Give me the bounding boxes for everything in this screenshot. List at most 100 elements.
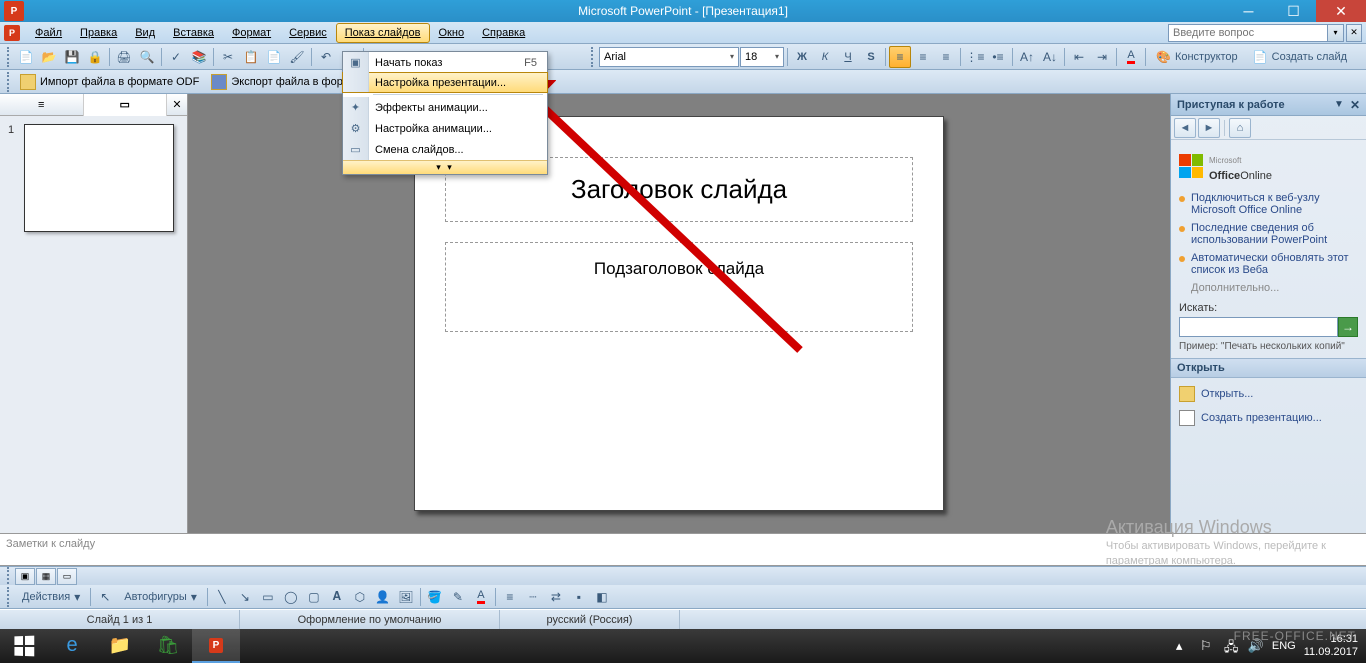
subtitle-placeholder[interactable]: Подзаголовок слайда [445,242,913,332]
editor-canvas[interactable]: Заголовок слайда Подзаголовок слайда [188,94,1170,533]
arrow-style-button[interactable]: ⇄ [545,586,567,608]
shadow-button[interactable]: S [860,46,882,68]
copy-button[interactable]: 📋 [240,46,262,68]
normal-view-button[interactable]: ▣ [15,568,35,585]
menu-setup-show[interactable]: Настройка презентации... [342,72,548,93]
decrease-indent-button[interactable]: ⇤ [1068,46,1090,68]
shadow-style-button[interactable]: ▪ [568,586,590,608]
taskbar-store[interactable]: 🛍 [144,629,192,663]
nav-forward-button[interactable]: ► [1198,118,1220,138]
taskbar-ie[interactable]: e [48,629,96,663]
fill-color-button[interactable]: 🪣 [424,586,446,608]
link-connect-online[interactable]: Подключиться к веб-узлу Microsoft Office… [1179,192,1358,216]
document-icon[interactable]: P [4,25,20,41]
menu-start-show[interactable]: ▣ Начать показ F5 [343,52,547,73]
start-button[interactable] [0,629,48,663]
menu-expand-button[interactable]: ▾ ▾ [343,160,547,174]
picture-tool[interactable]: 🖼 [395,586,417,608]
format-painter-button[interactable]: 🖌 [286,46,308,68]
paste-button[interactable]: 📄 [263,46,285,68]
taskpane-close-button[interactable]: ✕ [1350,98,1360,112]
menu-slide-transition[interactable]: ▭ Смена слайдов... [343,139,547,160]
line-tool[interactable]: ╲ [211,586,233,608]
slides-tab[interactable]: ▭ [84,94,168,116]
draw-actions-button[interactable]: Действия ▾ [15,586,87,608]
taskbar-explorer[interactable]: 📁 [96,629,144,663]
minimize-button[interactable]: ─ [1226,0,1271,22]
wordart-tool[interactable]: 𝐀 [326,586,348,608]
underline-button[interactable]: Ч [837,46,859,68]
new-button[interactable]: 📄 [15,46,37,68]
align-right-button[interactable]: ≡ [935,46,957,68]
cut-button[interactable]: ✂ [217,46,239,68]
odf-handle[interactable] [7,72,11,92]
menu-tools[interactable]: Сервис [280,23,336,43]
menu-animation-effects[interactable]: ✦ Эффекты анимации... [343,97,547,118]
create-action[interactable]: Создать презентацию... [1179,406,1358,430]
font-color-button-2[interactable]: A [470,586,492,608]
nav-home-button[interactable]: ⌂ [1229,118,1251,138]
print-button[interactable]: 🖨 [113,46,135,68]
search-go-button[interactable]: → [1338,317,1358,337]
italic-button[interactable]: К [814,46,836,68]
doc-close-button[interactable]: ✕ [1346,24,1362,42]
help-dropdown[interactable]: ▾ [1328,24,1344,42]
menu-slideshow[interactable]: Показ слайдов [336,23,430,43]
slide-thumb-row[interactable]: 1 [8,124,179,232]
maximize-button[interactable]: ☐ [1271,0,1316,22]
oval-tool[interactable]: ◯ [280,586,302,608]
font-size-select[interactable]: 18▾ [740,47,784,67]
status-language[interactable]: русский (Россия) [500,610,680,629]
notes-pane[interactable]: Заметки к слайду [0,533,1366,566]
taskbar-powerpoint[interactable]: P [192,629,240,663]
undo-button[interactable]: ↶ [315,46,337,68]
3d-style-button[interactable]: ◧ [591,586,613,608]
menu-edit[interactable]: Правка [71,23,126,43]
preview-button[interactable]: 🔍 [136,46,158,68]
increase-indent-button[interactable]: ⇥ [1091,46,1113,68]
link-more[interactable]: Дополнительно... [1191,282,1358,294]
taskpane-menu-button[interactable]: ▼ [1334,99,1344,110]
toolbar-handle[interactable] [7,47,11,67]
link-auto-update[interactable]: Автоматически обновлять этот список из В… [1179,252,1358,276]
autoshapes-button[interactable]: Автофигуры ▾ [117,586,204,608]
link-latest-info[interactable]: Последние сведения об использовании Powe… [1179,222,1358,246]
open-button[interactable]: 📂 [38,46,60,68]
align-center-button[interactable]: ≡ [912,46,934,68]
clipart-tool[interactable]: 👤 [372,586,394,608]
slide-canvas[interactable]: Заголовок слайда Подзаголовок слайда [414,116,944,511]
view-handle[interactable] [7,567,11,587]
spell-button[interactable]: ✓ [165,46,187,68]
close-button[interactable]: ✕ [1316,0,1366,22]
draw-handle[interactable] [7,587,11,607]
diagram-tool[interactable]: ⬡ [349,586,371,608]
save-button[interactable]: 💾 [61,46,83,68]
menu-window[interactable]: Окно [430,23,474,43]
nav-back-button[interactable]: ◄ [1174,118,1196,138]
arrow-tool[interactable]: ↘ [234,586,256,608]
menu-insert[interactable]: Вставка [164,23,223,43]
font-name-select[interactable]: Arial▾ [599,47,739,67]
help-input[interactable] [1168,24,1328,42]
odf-import-button[interactable]: Импорт файла в формате ODF [14,72,205,92]
rectangle-tool[interactable]: ▭ [257,586,279,608]
line-style-button[interactable]: ≡ [499,586,521,608]
panel-close-button[interactable]: ✕ [167,98,187,111]
font-color-button[interactable]: A [1120,46,1142,68]
tray-up-icon[interactable]: ▴ [1176,638,1192,654]
designer-button[interactable]: 🎨Конструктор [1149,46,1245,68]
slideshow-view-button[interactable]: ▭ [57,568,77,585]
decrease-font-button[interactable]: A↓ [1039,46,1061,68]
textbox-tool[interactable]: ▢ [303,586,325,608]
bullets-button[interactable]: •≡ [987,46,1009,68]
toolbar-handle-2[interactable] [591,47,595,67]
new-slide-button[interactable]: 📄Создать слайд [1246,46,1354,68]
align-left-button[interactable]: ≡ [889,46,911,68]
dash-style-button[interactable]: ┈ [522,586,544,608]
menu-view[interactable]: Вид [126,23,164,43]
outline-tab[interactable]: ≡ [0,94,84,116]
menu-format[interactable]: Формат [223,23,280,43]
slide-thumbnail[interactable] [24,124,174,232]
permission-button[interactable]: 🔒 [84,46,106,68]
select-tool[interactable]: ↖ [94,586,116,608]
